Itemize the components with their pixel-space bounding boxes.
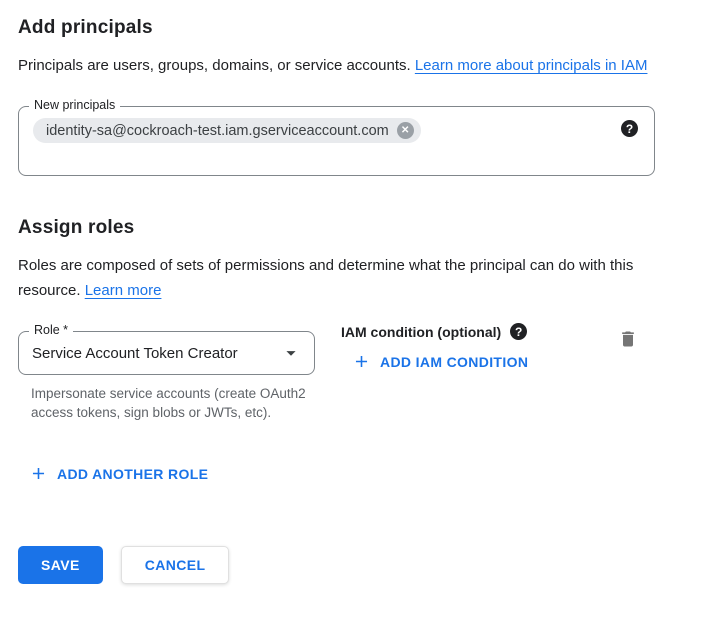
add-iam-condition-label: ADD IAM CONDITION (380, 354, 528, 370)
assign-roles-title: Assign roles (18, 217, 695, 239)
plus-icon (29, 464, 48, 483)
new-principals-label: New principals (29, 98, 120, 112)
role-row: Role * Service Account Token Creator Imp… (18, 323, 695, 422)
principals-description: Principals are users, groups, domains, o… (18, 53, 658, 78)
delete-role-button[interactable] (616, 327, 640, 351)
add-iam-condition-button[interactable]: ADD IAM CONDITION (352, 352, 528, 371)
new-principals-field[interactable]: New principals identity-sa@cockroach-tes… (18, 106, 655, 176)
role-column: Role * Service Account Token Creator Imp… (18, 323, 315, 422)
dropdown-arrow-icon (280, 342, 302, 364)
dialog-actions: SAVE CANCEL (18, 546, 695, 584)
add-another-role-button[interactable]: ADD ANOTHER ROLE (29, 464, 208, 483)
cancel-button[interactable]: CANCEL (121, 546, 230, 584)
role-helper-text: Impersonate service accounts (create OAu… (18, 384, 315, 422)
chip-remove-icon[interactable]: ✕ (397, 122, 414, 139)
add-another-role-label: ADD ANOTHER ROLE (57, 466, 208, 482)
assign-roles-description: Roles are composed of sets of permission… (18, 253, 658, 303)
iam-condition-column: IAM condition (optional) ? ADD IAM CONDI… (341, 323, 528, 376)
learn-more-principals-link[interactable]: Learn more about principals in IAM (415, 57, 648, 74)
plus-icon (352, 352, 371, 371)
iam-condition-help-icon[interactable]: ? (510, 323, 527, 340)
page-title: Add principals (18, 17, 695, 39)
role-selected-value: Service Account Token Creator (32, 345, 238, 362)
iam-condition-header: IAM condition (optional) ? (341, 323, 528, 340)
principals-description-text: Principals are users, groups, domains, o… (18, 57, 415, 74)
trash-icon (618, 329, 638, 349)
principal-chip-label: identity-sa@cockroach-test.iam.gservicea… (46, 123, 389, 139)
iam-condition-label: IAM condition (optional) (341, 324, 501, 340)
principal-chip[interactable]: identity-sa@cockroach-test.iam.gservicea… (33, 118, 421, 143)
role-select[interactable]: Role * Service Account Token Creator (18, 331, 315, 375)
add-principals-panel: Add principals Principals are users, gro… (0, 0, 713, 584)
save-button[interactable]: SAVE (18, 546, 103, 584)
new-principals-help-icon[interactable]: ? (621, 120, 638, 137)
learn-more-roles-link[interactable]: Learn more (85, 282, 162, 299)
role-label: Role * (29, 323, 73, 337)
